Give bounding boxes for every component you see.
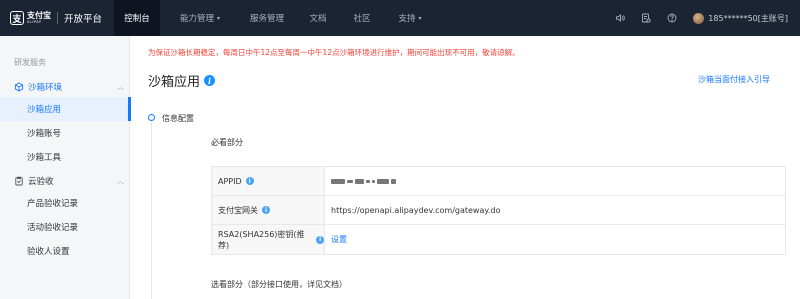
- sidebar-item-sandbox-tools[interactable]: 沙箱工具: [0, 145, 130, 169]
- sidebar: 研发服务 沙箱环境 ︿ 沙箱应用 沙箱账号 沙箱工具 云验收 ︿ 产品验收记录 …: [0, 36, 131, 299]
- speaker-icon[interactable]: [615, 13, 626, 23]
- chevron-up-icon: ︿: [117, 83, 124, 91]
- alipay-logo-icon: 支: [10, 11, 24, 25]
- step-indicator-icon: [148, 114, 155, 121]
- rsa2-key-label: RSA2(SHA256)密钥(推荐): [218, 229, 305, 250]
- sidebar-item-sandbox-account[interactable]: 沙箱账号: [0, 121, 130, 145]
- info-icon[interactable]: i: [204, 75, 216, 86]
- optional-section-label: 选看部分（部分接口使用，详见文档）: [211, 280, 347, 289]
- nav-support[interactable]: 支持 ▾: [382, 0, 438, 36]
- nav-capability[interactable]: 能力管理 ▾: [160, 0, 240, 36]
- sidebar-item-sandbox-app[interactable]: 沙箱应用: [0, 97, 131, 121]
- face-pay-guide-link[interactable]: 沙箱当面付接入引导: [698, 74, 770, 85]
- sidebar-item-acceptor-settings[interactable]: 验收人设置: [0, 239, 130, 263]
- config-table: APPID i 支付宝网关 i https://openapi.alipayde…: [211, 166, 786, 255]
- clipboard-icon: [15, 176, 23, 186]
- top-nav: 支 支付宝 ALIPAY 开放平台 控制台 能力管理 ▾ 服务管理 文档 社区 支…: [0, 0, 800, 36]
- appid-value-redacted: [331, 178, 396, 184]
- document-check-icon[interactable]: [641, 13, 651, 23]
- maintenance-notice: 为保证沙箱长期稳定，每周日中午12点至每周一中午12点沙箱环境进行维护，期间可能…: [148, 48, 520, 57]
- nav-docs[interactable]: 文档: [294, 0, 342, 36]
- logo-subtext: ALIPAY: [27, 20, 42, 24]
- cube-icon: [14, 82, 24, 92]
- chevron-down-icon: ▾: [217, 14, 221, 22]
- user-account[interactable]: 185******50[主账号]: [708, 13, 788, 24]
- table-row: 支付宝网关 i https://openapi.alipaydev.com/ga…: [212, 196, 785, 225]
- sidebar-section-title: 研发服务: [14, 58, 46, 67]
- info-icon[interactable]: i: [316, 235, 324, 244]
- logo[interactable]: 支 支付宝 ALIPAY 开放平台: [10, 0, 102, 36]
- help-icon[interactable]: [667, 13, 677, 23]
- chevron-up-icon: ︿: [117, 177, 124, 185]
- sidebar-group-cloud-acceptance[interactable]: 云验收 ︿: [14, 175, 124, 187]
- step-title: 信息配置: [162, 114, 194, 123]
- gateway-value: https://openapi.alipaydev.com/gateway.do: [331, 205, 501, 215]
- table-row: RSA2(SHA256)密钥(推荐) i 设置: [212, 225, 785, 254]
- logo-text: 支付宝: [27, 11, 51, 20]
- appid-label: APPID: [218, 176, 242, 186]
- sidebar-group-sandbox[interactable]: 沙箱环境 ︿: [14, 81, 124, 93]
- page-title: 沙箱应用 i: [148, 71, 216, 90]
- platform-name: 开放平台: [64, 14, 103, 25]
- gateway-label: 支付宝网关: [218, 205, 258, 215]
- info-icon[interactable]: i: [245, 177, 254, 185]
- step-timeline: [151, 122, 152, 299]
- logo-divider: [57, 12, 58, 24]
- required-section-label: 必看部分: [211, 138, 243, 147]
- table-row: APPID i: [212, 167, 785, 196]
- sidebar-item-product-records[interactable]: 产品验收记录: [0, 191, 130, 215]
- nav-console[interactable]: 控制台: [114, 0, 161, 36]
- rsa2-setup-link[interactable]: 设置: [331, 234, 347, 245]
- nav-tools: 185******50[主账号]: [615, 0, 800, 36]
- nav-menu: 控制台 能力管理 ▾ 服务管理 文档 社区 支持 ▾: [110, 0, 438, 36]
- sidebar-item-activity-records[interactable]: 活动验收记录: [0, 215, 130, 239]
- nav-service[interactable]: 服务管理: [240, 0, 294, 36]
- main-content: 为保证沙箱长期稳定，每周日中午12点至每周一中午12点沙箱环境进行维护，期间可能…: [131, 36, 800, 299]
- nav-community[interactable]: 社区: [342, 0, 382, 36]
- chevron-down-icon: ▾: [418, 14, 422, 22]
- info-icon[interactable]: i: [262, 206, 270, 214]
- avatar[interactable]: [693, 12, 705, 24]
